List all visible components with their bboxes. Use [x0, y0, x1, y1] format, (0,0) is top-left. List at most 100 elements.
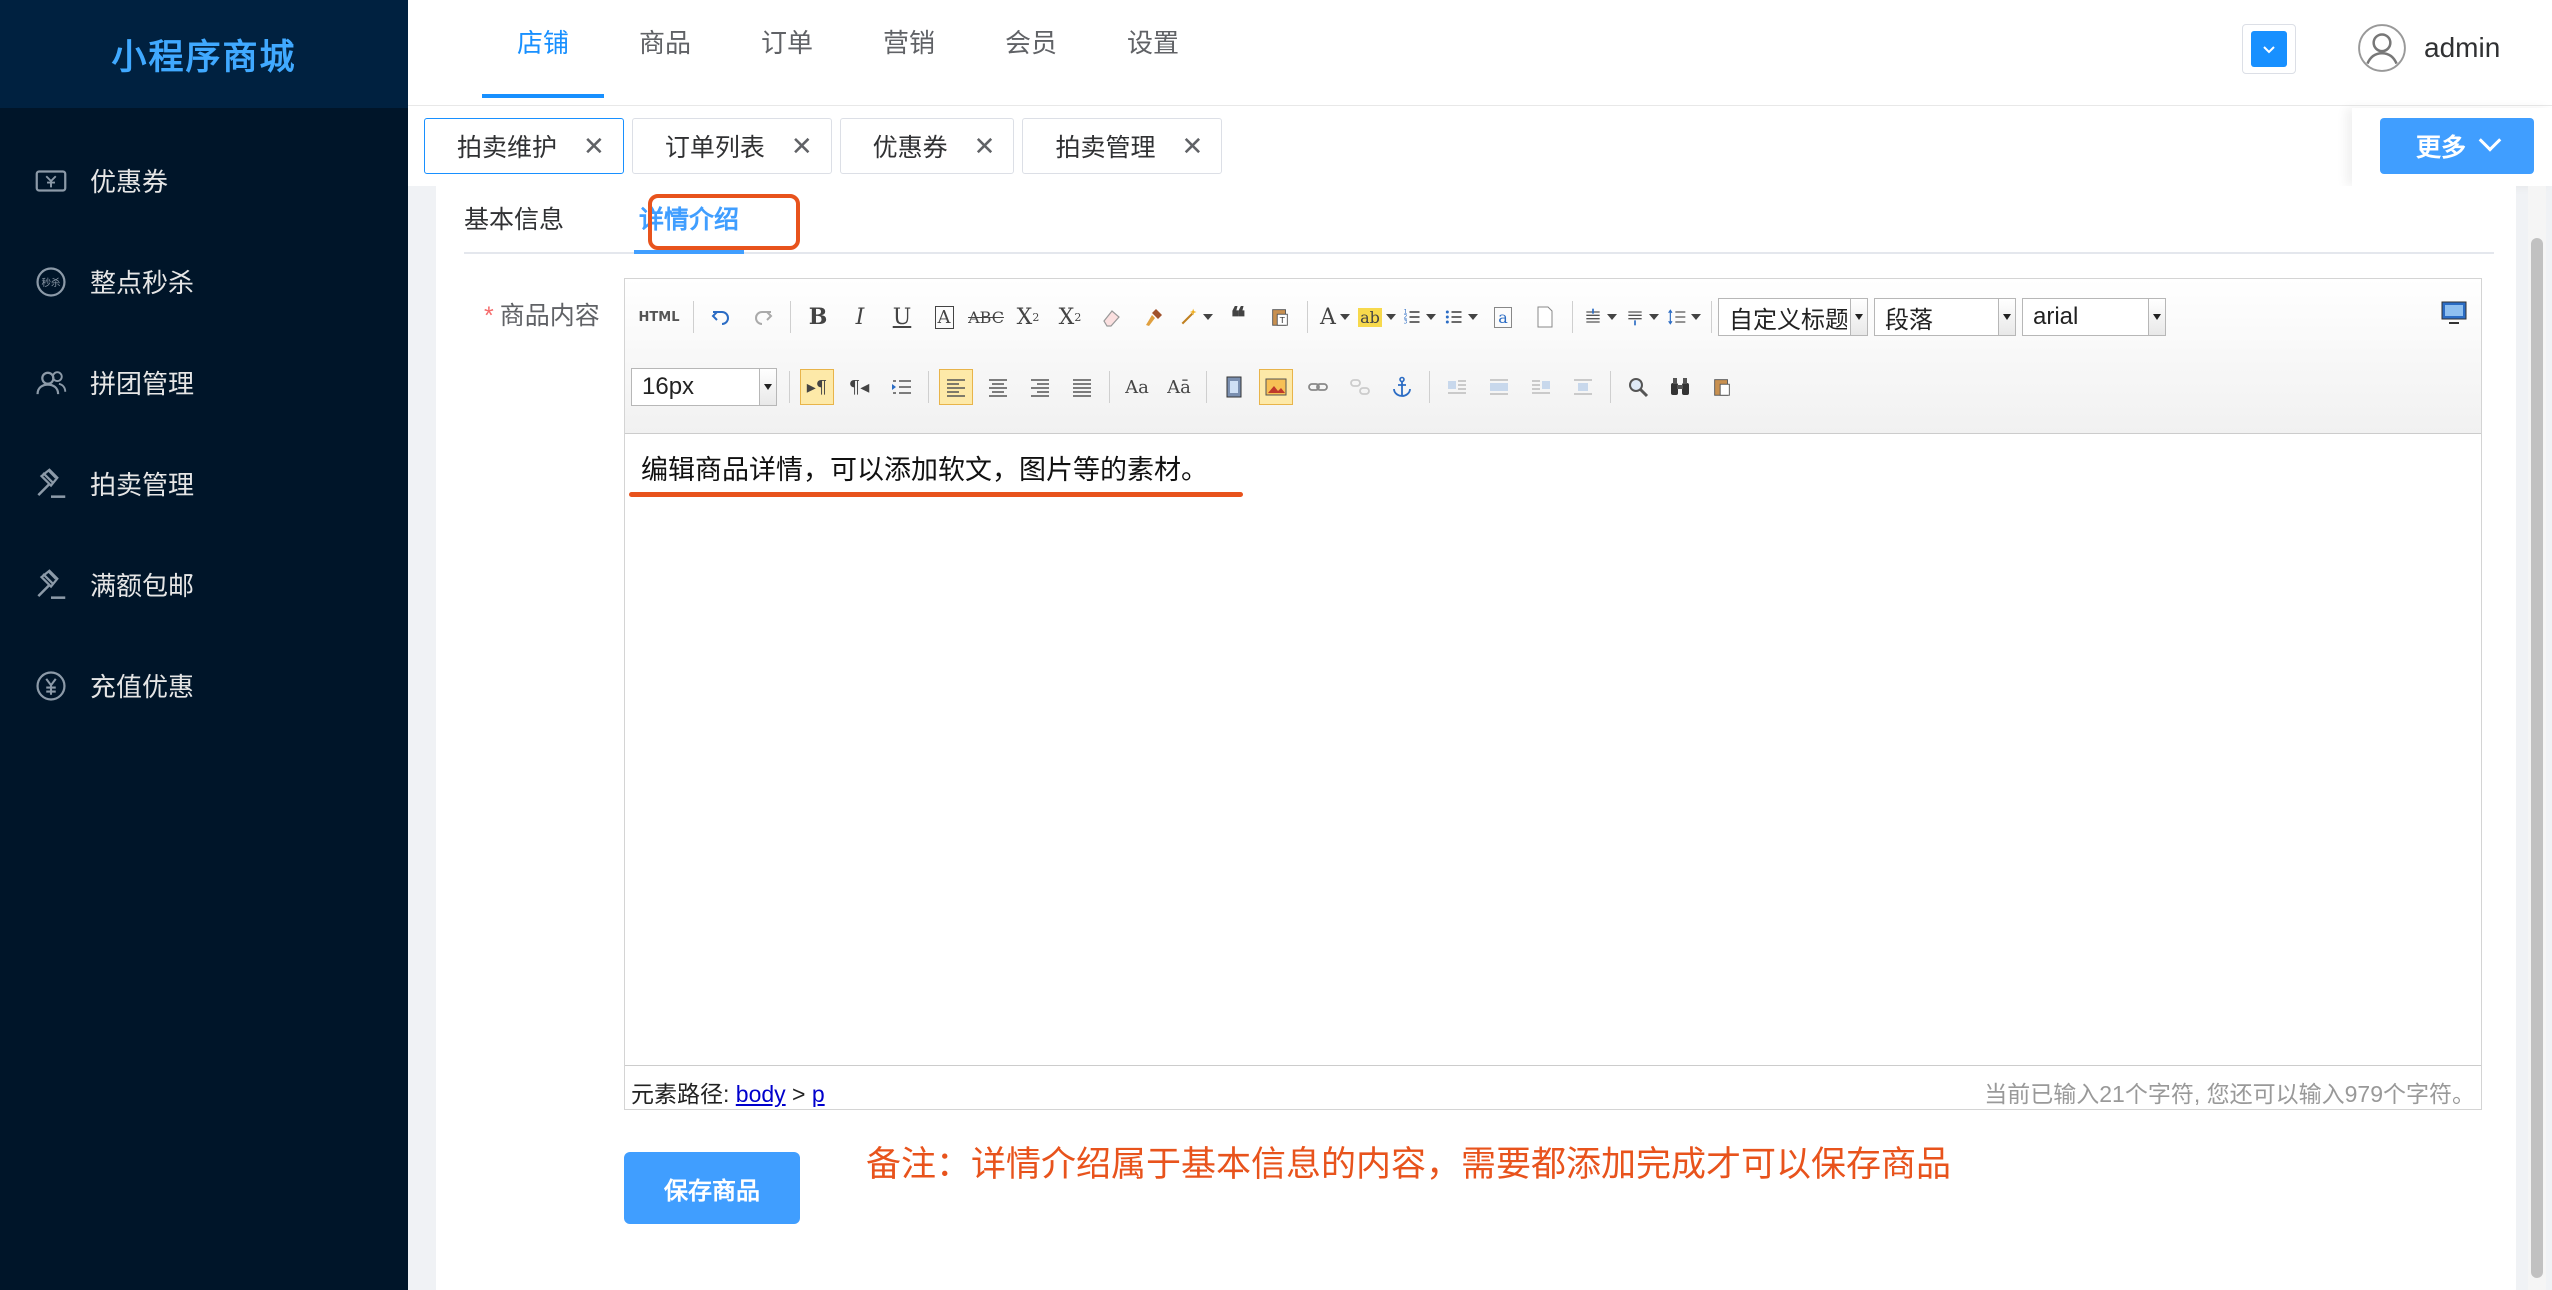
row-spacing-bottom-icon[interactable] [1625, 299, 1659, 335]
save-goods-button[interactable]: 保存商品 [624, 1152, 800, 1224]
tab-auction-maintenance[interactable]: 拍卖维护 ✕ [424, 118, 624, 174]
bold-icon[interactable]: B [801, 299, 835, 335]
tab-auction-management[interactable]: 拍卖管理 ✕ [1022, 118, 1223, 174]
uppercase-icon[interactable]: Aa [1120, 369, 1154, 405]
ordered-list-icon[interactable]: 123 [1402, 299, 1436, 335]
editor-status-bar: 元素路径: body > p 当前已输入21个字符, 您还可以输入979个字符。 [625, 1065, 2481, 1109]
direction-rtl-icon[interactable]: ¶◂ [842, 369, 876, 405]
user-menu[interactable]: admin [2354, 18, 2500, 78]
align-left-icon[interactable] [939, 369, 973, 405]
yen-icon [30, 665, 72, 707]
italic-icon[interactable]: I [843, 299, 877, 335]
highlight-color-icon[interactable]: ab [1358, 299, 1394, 335]
strikethrough-icon[interactable]: ABC [968, 299, 1004, 335]
format-painter-icon[interactable] [1137, 299, 1171, 335]
underline-icon[interactable]: U [885, 299, 919, 335]
toolbar-separator [1711, 301, 1712, 333]
nav-item-marketing[interactable]: 营销 [848, 0, 970, 106]
heading-select[interactable]: 自定义标题 [1718, 298, 1868, 336]
sidebar-item-group-buy[interactable]: 拼团管理 [0, 332, 408, 433]
subscript-icon[interactable]: X2 [1053, 299, 1087, 335]
tab-basic-info[interactable]: 基本信息 [464, 200, 564, 236]
align-justify-icon[interactable] [1065, 369, 1099, 405]
nav-item-orders[interactable]: 订单 [726, 0, 848, 106]
sidebar-item-flash-sale[interactable]: 秒杀 整点秒杀 [0, 231, 408, 332]
more-button[interactable]: 更多 [2380, 118, 2534, 174]
align-right-icon[interactable] [1023, 369, 1057, 405]
sidebar-item-auction[interactable]: 拍卖管理 [0, 433, 408, 534]
element-path: 元素路径: body > p [631, 1081, 825, 1107]
close-icon[interactable]: ✕ [974, 131, 996, 162]
sidebar-item-free-shipping[interactable]: 满额包邮 [0, 534, 408, 635]
paste-icon[interactable] [1705, 369, 1739, 405]
font-border-icon[interactable]: A [927, 299, 961, 335]
editor-content-area[interactable]: 编辑商品详情，可以添加软文，图片等的素材。 [625, 434, 2481, 1064]
image-center-icon[interactable] [1566, 369, 1600, 405]
field-label-text: 商品内容 [499, 302, 600, 330]
image-none-icon[interactable] [1482, 369, 1516, 405]
scrollbar-thumb[interactable] [2531, 238, 2543, 1278]
search-replace-icon[interactable] [1663, 369, 1697, 405]
video-icon[interactable] [1217, 369, 1251, 405]
gavel-icon [30, 463, 72, 505]
tab-order-list[interactable]: 订单列表 ✕ [631, 118, 832, 174]
sidebar-item-label: 整点秒杀 [90, 268, 195, 298]
tab-coupon[interactable]: 优惠券 ✕ [839, 118, 1015, 174]
image-icon[interactable] [1259, 369, 1293, 405]
editor-content-text[interactable]: 编辑商品详情，可以添加软文，图片等的素材。 [641, 448, 1208, 487]
lowercase-icon[interactable]: Aā [1162, 369, 1196, 405]
close-icon[interactable]: ✕ [583, 131, 605, 162]
unordered-list-icon[interactable] [1444, 299, 1478, 335]
link-icon[interactable] [1301, 369, 1335, 405]
font-family-select[interactable]: arial [2022, 298, 2166, 336]
eraser-icon[interactable] [1095, 299, 1129, 335]
highlight-box [648, 194, 800, 250]
sidebar-item-recharge[interactable]: 充值优惠 [0, 635, 408, 736]
html-source-button[interactable]: HTML [635, 299, 683, 335]
align-center-icon[interactable] [981, 369, 1015, 405]
blockquote-icon[interactable]: ❝ [1221, 299, 1255, 335]
form-tabs: 基本信息 详情介绍 [464, 186, 2494, 254]
anchor-icon[interactable] [1385, 369, 1419, 405]
nav-item-settings[interactable]: 设置 [1092, 0, 1214, 106]
top-nav: 店铺 商品 订单 营销 会员 设置 [482, 0, 1214, 106]
nav-item-store[interactable]: 店铺 [482, 0, 604, 106]
toolbar-separator [1610, 371, 1611, 403]
undo-icon[interactable] [704, 299, 738, 335]
sidebar-menu: 优惠券 秒杀 整点秒杀 拼团管理 拍卖管理 满额包邮 充值优惠 [0, 108, 408, 736]
page-icon[interactable] [1528, 299, 1562, 335]
fullscreen-icon[interactable] [2439, 299, 2469, 327]
close-icon[interactable]: ✕ [1181, 131, 1203, 162]
header-dropdown-button[interactable] [2242, 24, 2296, 74]
unlink-icon[interactable] [1343, 369, 1377, 405]
app-logo[interactable]: 小程序商城 [0, 0, 408, 108]
auto-format-icon[interactable] [1179, 299, 1213, 335]
image-float-left-icon[interactable] [1440, 369, 1474, 405]
paste-plain-icon[interactable]: T [1263, 299, 1297, 335]
direction-ltr-icon[interactable]: ▸¶ [800, 369, 834, 405]
superscript-icon[interactable]: X2 [1011, 299, 1045, 335]
indent-icon[interactable] [884, 369, 918, 405]
editor-toolbar: HTML B I U A ABC X2 X2 ❝ T A ab 1 2 3 a … [625, 279, 2481, 434]
image-float-right-icon[interactable] [1524, 369, 1558, 405]
path-p-link[interactable]: p [812, 1081, 825, 1107]
annotation-underline [629, 492, 1243, 497]
preview-icon[interactable] [1621, 369, 1655, 405]
nav-item-members[interactable]: 会员 [970, 0, 1092, 106]
close-icon[interactable]: ✕ [791, 131, 813, 162]
tab-label: 拍卖管理 [1055, 134, 1156, 162]
line-height-icon[interactable] [1667, 299, 1701, 335]
paragraph-select[interactable]: 段落 [1874, 298, 2016, 336]
row-spacing-top-icon[interactable] [1583, 299, 1617, 335]
text-box-icon[interactable]: a [1486, 299, 1520, 335]
svg-text:T: T [1279, 315, 1286, 325]
page-scrollbar[interactable] [2528, 186, 2546, 1290]
font-color-icon[interactable]: A [1318, 299, 1352, 335]
redo-icon[interactable] [746, 299, 780, 335]
toolbar-separator [928, 371, 929, 403]
sidebar-item-coupon[interactable]: 优惠券 [0, 130, 408, 231]
tabs-bar: 拍卖维护 ✕ 订单列表 ✕ 优惠券 ✕ 拍卖管理 ✕ 更多 [408, 106, 2552, 186]
path-body-link[interactable]: body [736, 1081, 786, 1107]
nav-item-goods[interactable]: 商品 [604, 0, 726, 106]
font-size-select[interactable]: 16px [631, 368, 777, 406]
